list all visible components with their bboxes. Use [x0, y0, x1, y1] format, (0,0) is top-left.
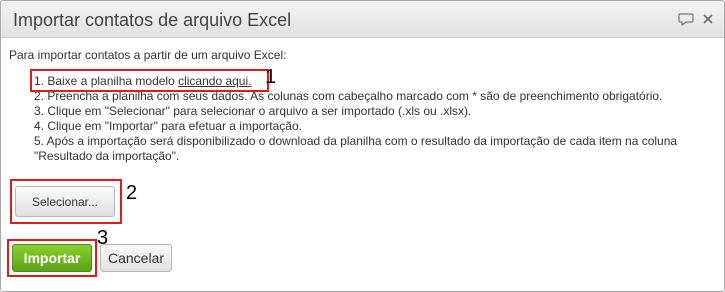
- cancel-button[interactable]: Cancelar: [100, 244, 172, 272]
- dialog-titlebar: Importar contatos de arquivo Excel: [1, 1, 724, 38]
- step-4: 4. Clique em "Importar" para efetuar a i…: [34, 119, 302, 133]
- import-dialog: Importar contatos de arquivo Excel Para …: [0, 0, 725, 292]
- titlebar-icons: [678, 11, 716, 27]
- step-5-line-2: "Resultado da importação".: [34, 149, 180, 163]
- step-3: 3. Clique em "Selecionar" para seleciona…: [34, 104, 472, 118]
- annotation-box-2: [10, 179, 122, 224]
- step-5-line-1: 5. Após a importação será disponibilizad…: [34, 134, 678, 148]
- annotation-number-1: 1: [265, 66, 277, 88]
- dialog-title: Importar contatos de arquivo Excel: [13, 10, 292, 30]
- annotation-number-2: 2: [126, 182, 138, 204]
- annotation-box-3: [7, 239, 97, 277]
- annotation-box-1: [30, 69, 269, 92]
- intro-text: Para importar contatos a partir de um ar…: [9, 48, 287, 62]
- comment-icon[interactable]: [678, 11, 694, 27]
- close-icon[interactable]: [700, 11, 716, 27]
